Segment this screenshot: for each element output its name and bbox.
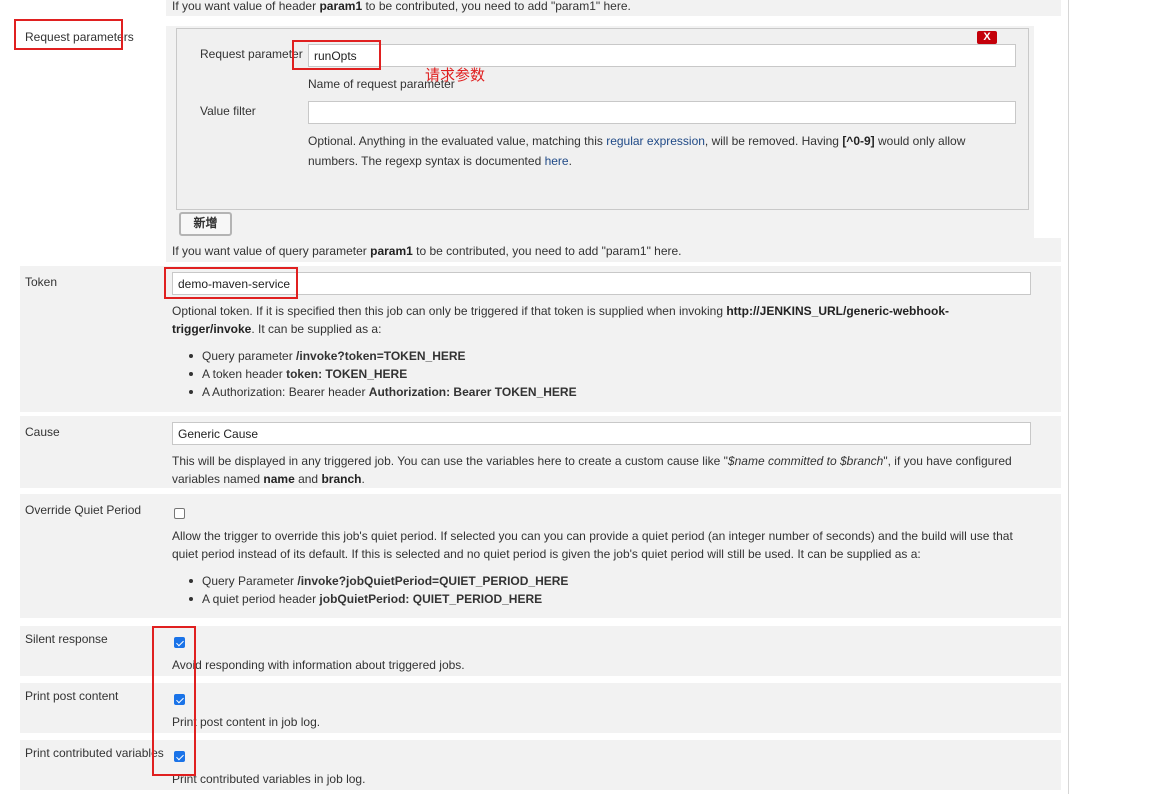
delete-button[interactable]: X xyxy=(977,31,997,44)
list-item: A quiet period header jobQuietPeriod: QU… xyxy=(172,590,568,608)
token-label: Token xyxy=(25,275,58,289)
list-item: Query parameter /invoke?token=TOKEN_HERE xyxy=(172,347,577,365)
token-input[interactable]: demo-maven-service xyxy=(172,272,1031,295)
query-help-text: If you want value of query parameter par… xyxy=(172,244,682,258)
print-vars-label: Print contributed variables xyxy=(25,746,164,760)
list-item: A token header token: TOKEN_HERE xyxy=(172,365,577,383)
silent-response-label: Silent response xyxy=(25,632,108,646)
annotation-box-token xyxy=(164,267,298,299)
quiet-period-help-line1: Allow the trigger to override this job's… xyxy=(172,529,1013,543)
panel-border xyxy=(1068,0,1069,794)
token-help: Optional token. If it is specified then … xyxy=(172,304,950,336)
request-parameter-label: Request parameter xyxy=(200,47,303,61)
header-help-text: If you want value of header param1 to be… xyxy=(172,0,631,13)
cause-input[interactable]: Generic Cause xyxy=(172,422,1031,445)
print-post-label: Print post content xyxy=(25,689,119,703)
regular-expression-link[interactable]: regular expression xyxy=(606,134,705,148)
annotation-box-request-parameters xyxy=(14,19,123,50)
list-item: A Authorization: Bearer header Authoriza… xyxy=(172,383,577,401)
value-filter-label: Value filter xyxy=(200,104,256,118)
quiet-period-label: Override Quiet Period xyxy=(25,503,142,517)
quiet-period-checkbox[interactable] xyxy=(174,508,185,519)
annotation-box-checkboxes xyxy=(152,626,196,776)
silent-response-help: Avoid responding with information about … xyxy=(172,658,465,672)
cause-help-line1: This will be displayed in any triggered … xyxy=(172,454,1012,468)
list-item: Query Parameter /invoke?jobQuietPeriod=Q… xyxy=(172,572,568,590)
add-button[interactable]: 新增 xyxy=(179,212,232,236)
value-filter-help-line2: numbers. The regexp syntax is documented… xyxy=(308,154,572,168)
annotation-box-run-opts xyxy=(292,40,381,70)
request-parameter-input[interactable]: runOpts xyxy=(308,44,1016,67)
value-filter-help-line1: Optional. Anything in the evaluated valu… xyxy=(308,134,966,148)
value-filter-input[interactable] xyxy=(308,101,1016,124)
quiet-period-options-list: Query Parameter /invoke?jobQuietPeriod=Q… xyxy=(172,572,568,608)
annotation-text: 请求参数 xyxy=(425,67,486,84)
regexp-docs-link[interactable]: here xyxy=(545,154,569,168)
print-vars-help: Print contributed variables in job log. xyxy=(172,772,366,786)
quiet-period-help-line2: quiet period instead of its default. If … xyxy=(172,547,921,561)
cause-label: Cause xyxy=(25,425,60,439)
cause-help-line2: variables named name and branch. xyxy=(172,472,365,486)
token-options-list: Query parameter /invoke?token=TOKEN_HERE… xyxy=(172,347,577,401)
